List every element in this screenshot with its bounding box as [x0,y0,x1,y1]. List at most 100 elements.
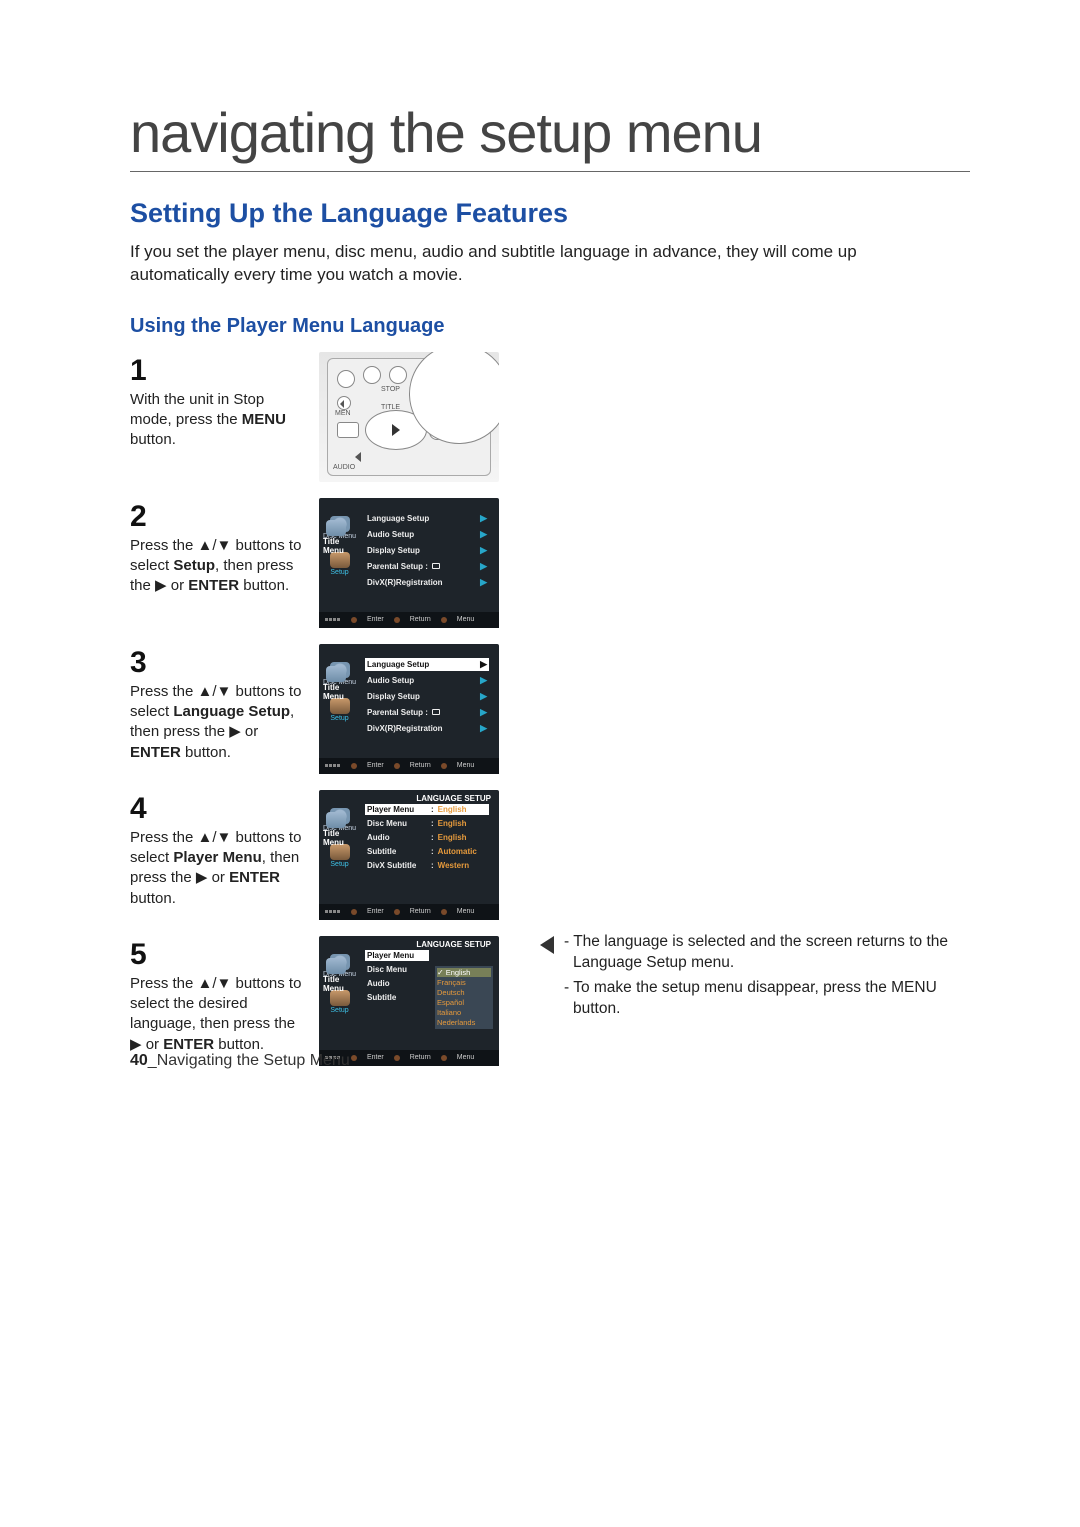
step-number: 4 [130,794,305,824]
osd-foot-menu: Menu [457,762,475,769]
osd-row: Audio [365,978,429,989]
step-desc: Press the ▲/▼ buttons to select Setup, t… [130,537,301,595]
osd-row: Language Setup▶ [365,512,489,525]
page-title: navigating the setup menu [130,100,970,172]
step-row: 4 Press the ▲/▼ buttons to select Player… [130,790,970,920]
bullet-icon [351,617,357,623]
bullet-icon [441,909,447,915]
osd-row: Player Menu [365,950,429,961]
remote-label-audio: AUDIO [333,464,355,471]
remote-illustration: STOP MEN AUDIO RETUR TITLE [319,352,499,482]
osd-side-setup: Setup [323,698,356,722]
step-number: 1 [130,356,305,386]
osd-side-title: Title Menu [323,812,348,847]
osd-popup-item: Nederlands [437,1018,491,1027]
step-desc: Press the ▲/▼ buttons to select the desi… [130,975,301,1053]
osd-title: LANGUAGE SETUP [416,940,491,949]
osd-foot-enter: Enter [367,908,384,915]
intro-text: If you set the player menu, disc menu, a… [130,241,930,287]
osd-row: Display Setup▶ [365,544,489,557]
remote-label-menu: MEN [335,410,351,417]
osd-side-title: Title Menu [323,666,348,701]
bullet-icon [351,763,357,769]
step-number: 3 [130,648,305,678]
osd-screenshot-language-select: LANGUAGE SETUP Disc MenuTitle MenuSetup … [319,936,499,1066]
nav-icon [325,615,341,625]
osd-side-title: Title Menu [323,520,348,555]
osd-row: DivX(R)Registration▶ [365,576,489,589]
osd-side-title: Title Menu [323,958,348,993]
osd-title: LANGUAGE SETUP [416,794,491,803]
osd-row: Player Menu: English [365,804,489,815]
footer-text: _Navigating the Setup Menu [148,1052,350,1069]
osd-foot-menu: Menu [457,908,475,915]
remote-label-title: TITLE [381,404,400,411]
osd-foot-enter: Enter [367,762,384,769]
osd-row: Audio Setup▶ [365,528,489,541]
osd-row: Language Setup▶ [365,658,489,671]
step-number: 5 [130,940,305,970]
osd-foot-return: Return [410,762,431,769]
sub-heading: Using the Player Menu Language [130,315,970,338]
osd-popup-item: Italiano [437,1008,491,1017]
osd-foot-enter: Enter [367,616,384,623]
step-text: 5 Press the ▲/▼ buttons to select the de… [130,936,305,1066]
side-note-item: - To make the setup menu disappear, pres… [564,978,960,1020]
page-number: 40 [130,1052,148,1069]
osd-row: Audio: English [365,832,489,843]
osd-row: DivX(R)Registration▶ [365,722,489,735]
step-text: 2 Press the ▲/▼ buttons to select Setup,… [130,498,305,628]
osd-screenshot-setup: Disc MenuTitle MenuSetup Language Setup▶… [319,498,499,628]
osd-foot-return: Return [410,616,431,623]
bullet-icon [351,1055,357,1061]
nav-icon [325,761,341,771]
osd-foot-menu: Menu [457,1054,475,1061]
osd-row: Parental Setup : ▶ [365,560,489,573]
bullet-icon [441,763,447,769]
bullet-icon [351,909,357,915]
page-footer: 40_Navigating the Setup Menu [130,1052,350,1070]
step-row: 1 With the unit in Stop mode, press the … [130,352,970,482]
osd-foot-return: Return [410,908,431,915]
osd-popup-item: Français [437,978,491,987]
step-desc: Press the ▲/▼ buttons to select Player M… [130,829,301,907]
step-text: 4 Press the ▲/▼ buttons to select Player… [130,790,305,920]
bullet-icon [441,617,447,623]
osd-foot-menu: Menu [457,616,475,623]
osd-screenshot-player-menu: LANGUAGE SETUP Disc MenuTitle MenuSetup … [319,790,499,920]
osd-popup-languages: EnglishFrançaisDeutschEspañolItalianoNed… [435,966,493,1029]
osd-side-setup: Setup [323,990,356,1014]
osd-row: Display Setup▶ [365,690,489,703]
osd-row: DivX Subtitle: Western [365,860,489,871]
step-text: 3 Press the ▲/▼ buttons to select Langua… [130,644,305,774]
osd-screenshot-language-setup: Disc MenuTitle MenuSetup Language Setup▶… [319,644,499,774]
osd-side-setup: Setup [323,552,356,576]
side-note: - The language is selected and the scree… [540,932,960,1024]
section-heading: Setting Up the Language Features [130,198,970,229]
osd-side-setup: Setup [323,844,356,868]
bullet-icon [394,763,400,769]
osd-foot-return: Return [410,1054,431,1061]
osd-row: Disc Menu [365,964,429,975]
step-text: 1 With the unit in Stop mode, press the … [130,352,305,482]
step-desc-part: button. [130,431,176,448]
nav-icon [325,907,341,917]
bullet-icon [394,909,400,915]
osd-row: Audio Setup▶ [365,674,489,687]
osd-row: Subtitle [365,992,429,1003]
bullet-icon [441,1055,447,1061]
osd-popup-item: Español [437,998,491,1007]
step-desc-bold: MENU [242,411,286,428]
step-row: 3 Press the ▲/▼ buttons to select Langua… [130,644,970,774]
step-number: 2 [130,502,305,532]
step-row: 2 Press the ▲/▼ buttons to select Setup,… [130,498,970,628]
left-arrow-icon [540,936,554,954]
osd-foot-enter: Enter [367,1054,384,1061]
osd-row: Disc Menu: English [365,818,489,829]
osd-row: Parental Setup : ▶ [365,706,489,719]
bullet-icon [394,1055,400,1061]
bullet-icon [394,617,400,623]
step-desc: Press the ▲/▼ buttons to select Language… [130,683,301,761]
osd-popup-item: Deutsch [437,988,491,997]
side-note-item: - The language is selected and the scree… [564,932,960,974]
